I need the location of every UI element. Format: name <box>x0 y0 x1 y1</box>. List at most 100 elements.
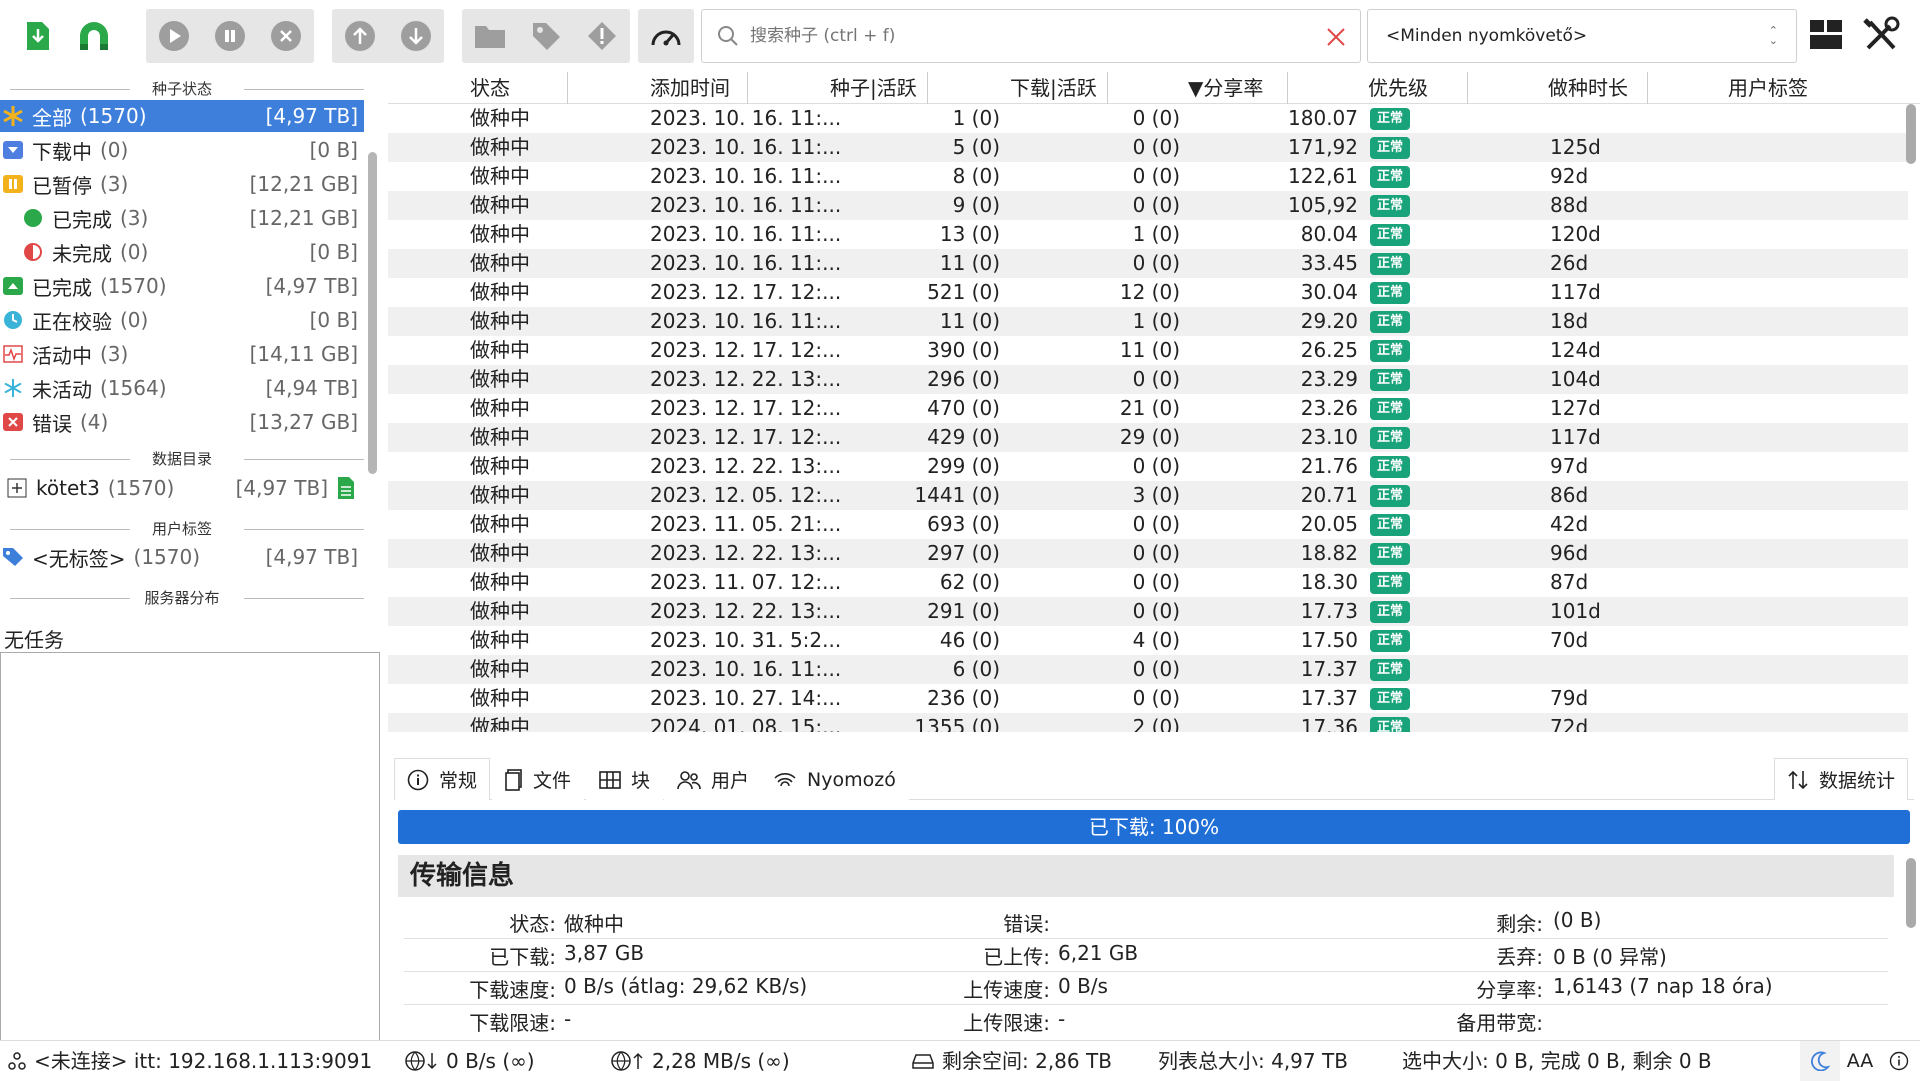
filter-downloading[interactable]: 下载中 (0) [0 B] <box>0 134 364 166</box>
table-row[interactable]: 做种中 2023. 10. 16. 11:... 6 (0) 0 (0) 17.37 正常 <box>388 655 1908 684</box>
col-peers[interactable]: 下载|活跃 <box>928 72 1108 104</box>
cell-status: 做种中 <box>470 135 530 159</box>
table-row[interactable]: 做种中 2023. 10. 27. 14:... 236 (0) 0 (0) 17.37… <box>388 684 1908 713</box>
table-row[interactable]: 做种中 2023. 10. 16. 11:... 1 (0) 0 (0) 180.07 正… <box>388 104 1908 133</box>
verify-button[interactable] <box>574 9 630 63</box>
dark-mode-button[interactable] <box>1800 1041 1840 1081</box>
table-row[interactable]: 做种中 2023. 10. 16. 11:... 8 (0) 0 (0) 122,61 9… <box>388 162 1908 191</box>
table-row[interactable]: 做种中 2023. 11. 05. 21:... 693 (0) 0 (0) 20.05… <box>388 510 1908 539</box>
speed-limit-button[interactable] <box>638 9 694 63</box>
dir-item[interactable]: kötet3 (1570) [4,97 TB] <box>0 472 364 504</box>
start-button[interactable] <box>146 9 202 63</box>
filter-incomplete-sub[interactable]: 未完成 (0) [0 B] <box>0 236 364 268</box>
filter-all[interactable]: 全部 (1570) [4,97 TB] <box>0 100 364 132</box>
cell-ratio: 17.73 <box>1300 599 1358 623</box>
filter-label: 已完成 <box>52 207 112 232</box>
table-row[interactable]: 做种中 2024. 01. 08. 15:... 1355 (0) 2 (0) 17.3… <box>388 713 1908 732</box>
queue-up-button[interactable] <box>332 9 388 63</box>
tab-peers[interactable]: 用户 <box>664 758 763 800</box>
filter-paused[interactable]: 已暂停 (3) [12,21 GB] <box>0 168 364 200</box>
font-size-button[interactable]: AA <box>1842 1041 1878 1081</box>
col-seed-time[interactable]: 做种时长 <box>1468 72 1648 104</box>
table-row[interactable]: 做种中 2023. 10. 16. 11:... 11 (0) 1 (0) 29.20 1… <box>388 307 1908 336</box>
tab-statistics[interactable]: 数据统计 <box>1773 758 1908 800</box>
free-space-text: 剩余空间: 2,86 TB <box>942 1049 1112 1073</box>
transfer-info-title: 传输信息 <box>398 855 1894 897</box>
table-row[interactable]: 做种中 2023. 12. 22. 13:... 296 (0) 0 (0) 23.29… <box>388 365 1908 394</box>
table-vertical-scrollbar[interactable] <box>1906 104 1916 164</box>
table-row[interactable]: 做种中 2023. 12. 05. 12:... 1441 (0) 3 (0) 20.7… <box>388 481 1908 510</box>
download-icon <box>2 139 24 161</box>
move-location-button[interactable] <box>462 9 518 63</box>
filter-label: 下载中 <box>32 139 92 164</box>
cell-seeds: 236 (0) <box>927 686 1000 710</box>
info-key: 上传限速: <box>963 1011 1050 1035</box>
tracker-filter-select[interactable]: <Minden nyomkövető> ⌃ ⌄ <box>1367 9 1797 63</box>
filter-active[interactable]: 活动中 (3) [14,11 GB] <box>0 338 364 370</box>
expand-icon[interactable] <box>6 477 28 499</box>
col-status[interactable]: 状态 <box>388 72 568 104</box>
tab-files[interactable]: 文件 <box>492 758 585 800</box>
cell-seed-time: 42d <box>1550 512 1589 536</box>
col-labels[interactable]: 用户标签 <box>1648 72 1908 104</box>
info-key: 下载速度: <box>469 978 556 1002</box>
table-row[interactable]: 做种中 2023. 12. 17. 12:... 470 (0) 21 (0) 23.2… <box>388 394 1908 423</box>
info-key: 错误: <box>1003 912 1050 936</box>
info-key: 下载限速: <box>469 1011 556 1035</box>
add-magnet-button[interactable] <box>66 9 122 63</box>
table-row[interactable]: 做种中 2023. 12. 17. 12:... 521 (0) 12 (0) 30.0… <box>388 278 1908 307</box>
table-row[interactable]: 做种中 2023. 10. 31. 5:2... 46 (0) 4 (0) 17.50 7… <box>388 626 1908 655</box>
filter-error[interactable]: 错误 (4) [13,27 GB] <box>0 406 364 438</box>
cell-status: 做种中 <box>470 164 530 188</box>
queue-down-button[interactable] <box>388 9 444 63</box>
filter-inactive[interactable]: 未活动 (1564) [4,94 TB] <box>0 372 364 404</box>
dir-size: [4,97 TB] <box>235 476 328 500</box>
col-ratio[interactable]: ▼分享率 <box>1108 72 1288 104</box>
search-box[interactable] <box>701 9 1361 63</box>
tab-general[interactable]: 常规 <box>394 758 491 800</box>
remove-button[interactable] <box>258 9 314 63</box>
col-added[interactable]: 添加时间 <box>568 72 748 104</box>
col-priority[interactable]: 优先级 <box>1288 72 1468 104</box>
sidebar-scrollbar[interactable] <box>368 152 377 474</box>
filter-size: [4,94 TB] <box>265 376 358 400</box>
table-row[interactable]: 做种中 2023. 12. 22. 13:... 291 (0) 0 (0) 17.73… <box>388 597 1908 626</box>
layout-toggle-button[interactable] <box>1808 16 1844 56</box>
cell-status: 做种中 <box>470 193 530 217</box>
table-row[interactable]: 做种中 2023. 12. 22. 13:... 299 (0) 0 (0) 21.76… <box>388 452 1908 481</box>
search-input[interactable] <box>750 26 1310 46</box>
table-row[interactable]: 做种中 2023. 10. 16. 11:... 11 (0) 0 (0) 33.45 2… <box>388 249 1908 278</box>
label-item[interactable]: <无标签> (1570) [4,97 TB] <box>0 541 364 573</box>
settings-button[interactable] <box>1862 16 1900 58</box>
cell-ratio: 17.36 <box>1300 715 1358 732</box>
cell-peers: 0 (0) <box>1132 106 1180 130</box>
cell-seed-time: 101d <box>1550 599 1601 623</box>
tab-trackers[interactable]: Nyomozó <box>760 758 909 800</box>
table-row[interactable]: 做种中 2023. 10. 16. 11:... 9 (0) 0 (0) 105,92 8… <box>388 191 1908 220</box>
cell-ratio: 23.29 <box>1300 367 1358 391</box>
download-speed[interactable]: 0 B/s (∞) <box>404 1041 535 1081</box>
table-row[interactable]: 做种中 2023. 11. 07. 12:... 62 (0) 0 (0) 18.30 8… <box>388 568 1908 597</box>
details-scrollbar[interactable] <box>1906 858 1916 928</box>
connection-status[interactable]: <未连接> itt: 192.168.1.113:9091 <box>8 1041 372 1081</box>
clear-search-icon[interactable] <box>1326 27 1346 47</box>
filter-checking[interactable]: 正在校验 (0) [0 B] <box>0 304 364 336</box>
col-seeds[interactable]: 种子|活跃 <box>748 72 928 104</box>
table-row[interactable]: 做种中 2023. 12. 17. 12:... 429 (0) 29 (0) 23.1… <box>388 423 1908 452</box>
upload-speed[interactable]: 2,28 MB/s (∞) <box>610 1041 790 1081</box>
total-size: 列表总大小: 4,97 TB <box>1158 1049 1348 1073</box>
table-row[interactable]: 做种中 2023. 12. 22. 13:... 297 (0) 0 (0) 18.82… <box>388 539 1908 568</box>
cell-peers: 21 (0) <box>1119 396 1180 420</box>
priority-badge: 正常 <box>1370 369 1411 391</box>
about-button[interactable] <box>1884 1041 1914 1081</box>
filter-seeding[interactable]: 已完成 (1570) [4,97 TB] <box>0 270 364 302</box>
tab-pieces[interactable]: 块 <box>586 758 664 800</box>
table-row[interactable]: 做种中 2023. 10. 16. 11:... 5 (0) 0 (0) 171,92 1… <box>388 133 1908 162</box>
table-row[interactable]: 做种中 2023. 10. 16. 11:... 13 (0) 1 (0) 80.04 1… <box>388 220 1908 249</box>
set-label-button[interactable] <box>518 9 574 63</box>
add-torrent-button[interactable] <box>10 9 66 63</box>
label-name: <无标签> <box>32 546 126 571</box>
pause-button[interactable] <box>202 9 258 63</box>
filter-completed-sub[interactable]: 已完成 (3) [12,21 GB] <box>0 202 364 234</box>
table-row[interactable]: 做种中 2023. 12. 17. 12:... 390 (0) 11 (0) 26.2… <box>388 336 1908 365</box>
